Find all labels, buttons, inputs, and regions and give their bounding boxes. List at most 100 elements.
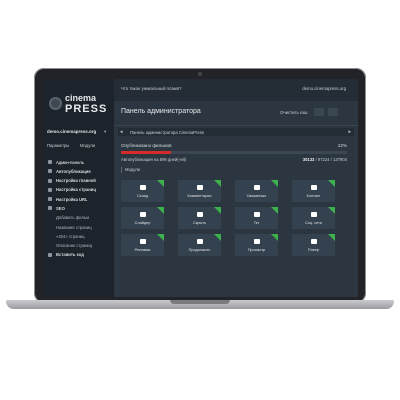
module-label: Соц. сети xyxy=(305,221,322,225)
module-icon xyxy=(254,239,260,244)
module-icon xyxy=(254,212,260,217)
module-tile[interactable]: Рекламы xyxy=(121,234,164,256)
sidebar-item[interactable]: SEO xyxy=(42,204,114,213)
module-tile[interactable]: Просмотр xyxy=(235,234,278,256)
camera-dot xyxy=(198,72,202,76)
module-tile[interactable]: Слайдер xyxy=(121,207,164,229)
sidebar-item-label: Описание страниц xyxy=(56,243,93,249)
page-header: Панель администратора Очистить кэш xyxy=(114,101,358,126)
sidebar-item-label: «404» страниц xyxy=(56,233,85,239)
site-selector[interactable]: demo.cinemapress.org xyxy=(47,129,96,134)
module-label: Контакт xyxy=(306,194,321,198)
menu-item-icon xyxy=(48,252,52,257)
module-icon xyxy=(311,185,317,190)
page-title: Панель администратора xyxy=(121,108,201,115)
domain-link[interactable]: demo.cinemapress.org xyxy=(302,86,346,91)
module-tile[interactable]: Соц. сети xyxy=(292,207,335,229)
module-label: Связанные xyxy=(246,194,267,198)
sidebar: cinema PRESS demo.cinemapress.org ▾ Пара… xyxy=(42,79,114,297)
enabled-corner-icon xyxy=(214,234,221,241)
close-icon[interactable]: ▸ xyxy=(348,129,351,135)
module-label: Тег xyxy=(253,221,260,225)
sidebar-item[interactable]: Настройка главной xyxy=(42,177,114,186)
sidebar-menu: Админ-панель Автопубликация Настройка глав… xyxy=(42,158,114,260)
published-progress-track xyxy=(121,151,347,154)
enabled-corner-icon xyxy=(214,180,221,187)
breadcrumb-text: Панель администратора CinemaPress xyxy=(130,129,205,135)
sidebar-item[interactable]: Название страниц xyxy=(42,223,114,232)
sidebar-item-label: Админ-панель xyxy=(56,159,84,165)
module-tile[interactable]: Связанные xyxy=(235,180,278,202)
module-tile[interactable]: Скрыть xyxy=(178,207,221,229)
module-icon xyxy=(311,212,317,217)
enabled-corner-icon xyxy=(214,207,221,214)
autopublish-info: Автопубликация на 899 дней(-ей) xyxy=(121,157,187,162)
enabled-corner-icon xyxy=(271,207,278,214)
sidebar-item-label: Настройка URL xyxy=(56,196,88,202)
module-label: Плеер xyxy=(307,248,320,252)
module-icon xyxy=(140,212,146,217)
sidebar-tabs: Параметры Модули xyxy=(42,143,114,151)
save-icon[interactable] xyxy=(328,108,338,116)
enabled-corner-icon xyxy=(157,180,164,187)
tab-parameters[interactable]: Параметры xyxy=(47,143,69,148)
sidebar-item[interactable]: Вставить код xyxy=(42,251,114,260)
chevron-down-icon[interactable]: ▾ xyxy=(104,129,106,135)
sidebar-item[interactable]: Настройка страниц xyxy=(42,186,114,195)
module-icon xyxy=(197,185,203,190)
module-label: Комментарии xyxy=(187,194,212,198)
sidebar-item-label: Настройка страниц xyxy=(56,187,96,193)
menu-item-icon xyxy=(48,187,52,192)
menu-item-icon xyxy=(48,178,52,183)
autopublish-count: 30133 xyxy=(302,157,315,162)
enabled-corner-icon xyxy=(271,234,278,241)
sidebar-item[interactable]: «404» страниц xyxy=(42,232,114,241)
modules-heading: Модули xyxy=(121,167,140,173)
logo-text-press: PRESS xyxy=(65,103,108,115)
enabled-corner-icon xyxy=(328,234,335,241)
top-bar: Что такое уникальный пламя? demo.cinemap… xyxy=(114,79,358,101)
enabled-corner-icon xyxy=(328,207,335,214)
module-tile[interactable]: Контакт xyxy=(292,180,335,202)
module-label: Просмотр xyxy=(247,248,266,252)
module-label: Рекламы xyxy=(134,248,151,252)
clear-cache-link[interactable]: Очистить кэш xyxy=(280,110,307,115)
cinemapress-logo[interactable]: cinema PRESS xyxy=(47,91,109,125)
module-icon xyxy=(311,239,317,244)
module-tile[interactable]: Тег xyxy=(235,207,278,229)
autopublish-totals: / 97224 / 137904 xyxy=(315,157,347,162)
module-icon xyxy=(140,185,146,190)
help-question-link[interactable]: Что такое уникальный пламя? xyxy=(121,86,182,91)
image-icon[interactable] xyxy=(314,108,324,116)
tab-modules[interactable]: Модули xyxy=(80,143,95,148)
sidebar-item-label: Автопубликация xyxy=(56,168,91,174)
module-icon xyxy=(197,212,203,217)
sidebar-item[interactable]: Настройка URL xyxy=(42,195,114,204)
module-label: Скрыть xyxy=(193,221,206,225)
sidebar-item-label: Название страниц xyxy=(56,224,92,230)
sidebar-item-label: Вставить код xyxy=(56,252,84,258)
published-label: Опубликовано фильмов xyxy=(121,143,172,148)
sidebar-item-label: Настройка главной xyxy=(56,178,96,184)
autopublish-counts: 30133 / 97224 / 137904 xyxy=(303,157,347,162)
sidebar-item[interactable]: Админ-панель xyxy=(42,158,114,167)
module-tile[interactable]: Склад xyxy=(121,180,164,202)
sidebar-item-label: SEO xyxy=(56,205,65,211)
breadcrumb: ◂ Панель администратора CinemaPress ▸ xyxy=(118,128,354,136)
logo-text-cinema: cinema xyxy=(65,93,97,103)
sidebar-item[interactable]: Автопубликация xyxy=(42,167,114,176)
enabled-corner-icon xyxy=(157,207,164,214)
enabled-corner-icon xyxy=(271,180,278,187)
back-arrow-icon[interactable]: ◂ xyxy=(120,129,123,135)
main-panel: Что такое уникальный пламя? demo.cinemap… xyxy=(114,79,358,297)
module-label: Продолжить xyxy=(188,248,211,252)
enabled-corner-icon xyxy=(328,180,335,187)
published-progress-fill xyxy=(121,151,171,154)
module-tile[interactable]: Продолжить xyxy=(178,234,221,256)
module-label: Склад xyxy=(137,194,148,198)
sidebar-item[interactable]: Описание страниц xyxy=(42,242,114,251)
menu-item-icon xyxy=(48,160,52,164)
sidebar-item[interactable]: Добавить фильм xyxy=(42,214,114,223)
module-tile[interactable]: Комментарии xyxy=(178,180,221,202)
module-tile[interactable]: Плеер xyxy=(292,234,335,256)
